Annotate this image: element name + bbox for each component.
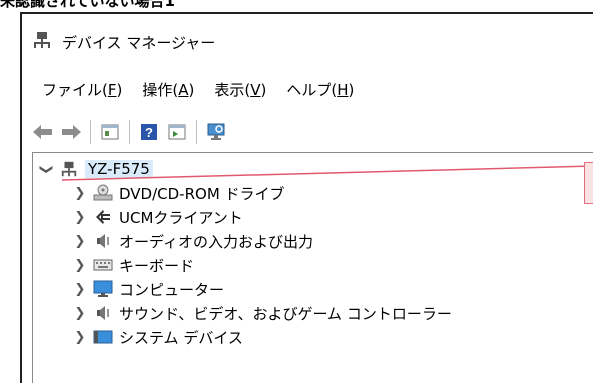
menu-file[interactable]: ファイル(F)	[42, 79, 122, 100]
tree-item[interactable]: ❯ オーディオの入力および出力	[73, 229, 313, 253]
tree-root-label: YZ-F575	[85, 160, 153, 178]
monitor-icon	[93, 280, 113, 298]
computer-network-icon	[59, 160, 79, 178]
device-manager-app-icon	[32, 30, 52, 54]
dvd-drive-icon	[93, 184, 113, 202]
titlebar: デバイス マネージャー	[32, 29, 215, 55]
toolbar-separator	[129, 120, 130, 144]
device-manager-window: デバイス マネージャー ファイル(F) 操作(A) 表示(V) ヘルプ(H) ?	[20, 12, 593, 383]
menu-help[interactable]: ヘルプ(H)	[286, 79, 354, 100]
menu-action[interactable]: 操作(A)	[142, 79, 194, 100]
forward-arrow-icon[interactable]	[60, 121, 82, 143]
ucm-client-icon	[93, 208, 113, 226]
tree-item[interactable]: ❯ キーボード	[73, 253, 194, 277]
annotation-callout	[584, 162, 593, 204]
tree-item-label: DVD/CD-ROM ドライブ	[119, 184, 285, 203]
chevron-right-icon[interactable]: ❯	[73, 306, 87, 321]
update-driver-icon[interactable]	[166, 121, 188, 143]
toolbar: ?	[22, 114, 593, 150]
chevron-right-icon[interactable]: ❯	[73, 234, 87, 249]
tree-item[interactable]: ❯ システム デバイス	[73, 325, 243, 349]
system-devices-icon	[93, 328, 113, 346]
tree-item-label: オーディオの入力および出力	[119, 232, 313, 251]
caption: 未認識されていない場合1	[0, 0, 175, 10]
chevron-right-icon[interactable]: ❯	[73, 186, 87, 201]
tree-item-label: サウンド、ビデオ、およびゲーム コントローラー	[119, 304, 452, 323]
chevron-right-icon[interactable]: ❯	[73, 330, 87, 345]
back-arrow-icon[interactable]	[32, 121, 54, 143]
toolbar-separator	[90, 120, 91, 144]
tree-item-label: システム デバイス	[119, 328, 243, 347]
keyboard-icon	[93, 256, 113, 274]
device-tree: ❯ YZ-F575 ❯ DVD/CD-ROM ドライブ ❯ UCMクライアント …	[32, 152, 593, 383]
speaker-icon	[93, 304, 113, 322]
svg-text:?: ?	[145, 125, 153, 140]
window-title: デバイス マネージャー	[62, 33, 216, 52]
tree-item-label: コンピューター	[119, 280, 225, 299]
tree-item[interactable]: ❯ DVD/CD-ROM ドライブ	[73, 181, 285, 205]
chevron-right-icon[interactable]: ❯	[73, 282, 87, 297]
chevron-right-icon[interactable]: ❯	[73, 258, 87, 273]
chevron-right-icon[interactable]: ❯	[73, 210, 87, 225]
scan-hardware-icon[interactable]	[205, 121, 227, 143]
tree-item[interactable]: ❯ サウンド、ビデオ、およびゲーム コントローラー	[73, 301, 452, 325]
tree-root[interactable]: ❯ YZ-F575	[39, 157, 153, 181]
menu-view[interactable]: 表示(V)	[214, 79, 266, 100]
properties-icon[interactable]	[99, 121, 121, 143]
tree-item[interactable]: ❯ UCMクライアント	[73, 205, 243, 229]
menubar: ファイル(F) 操作(A) 表示(V) ヘルプ(H)	[42, 79, 354, 100]
tree-item-label: UCMクライアント	[119, 208, 243, 227]
chevron-down-icon[interactable]: ❯	[39, 162, 54, 176]
speaker-icon	[93, 232, 113, 250]
tree-item[interactable]: ❯ コンピューター	[73, 277, 224, 301]
help-icon[interactable]: ?	[138, 121, 160, 143]
toolbar-separator	[196, 120, 197, 144]
tree-item-label: キーボード	[119, 256, 195, 275]
